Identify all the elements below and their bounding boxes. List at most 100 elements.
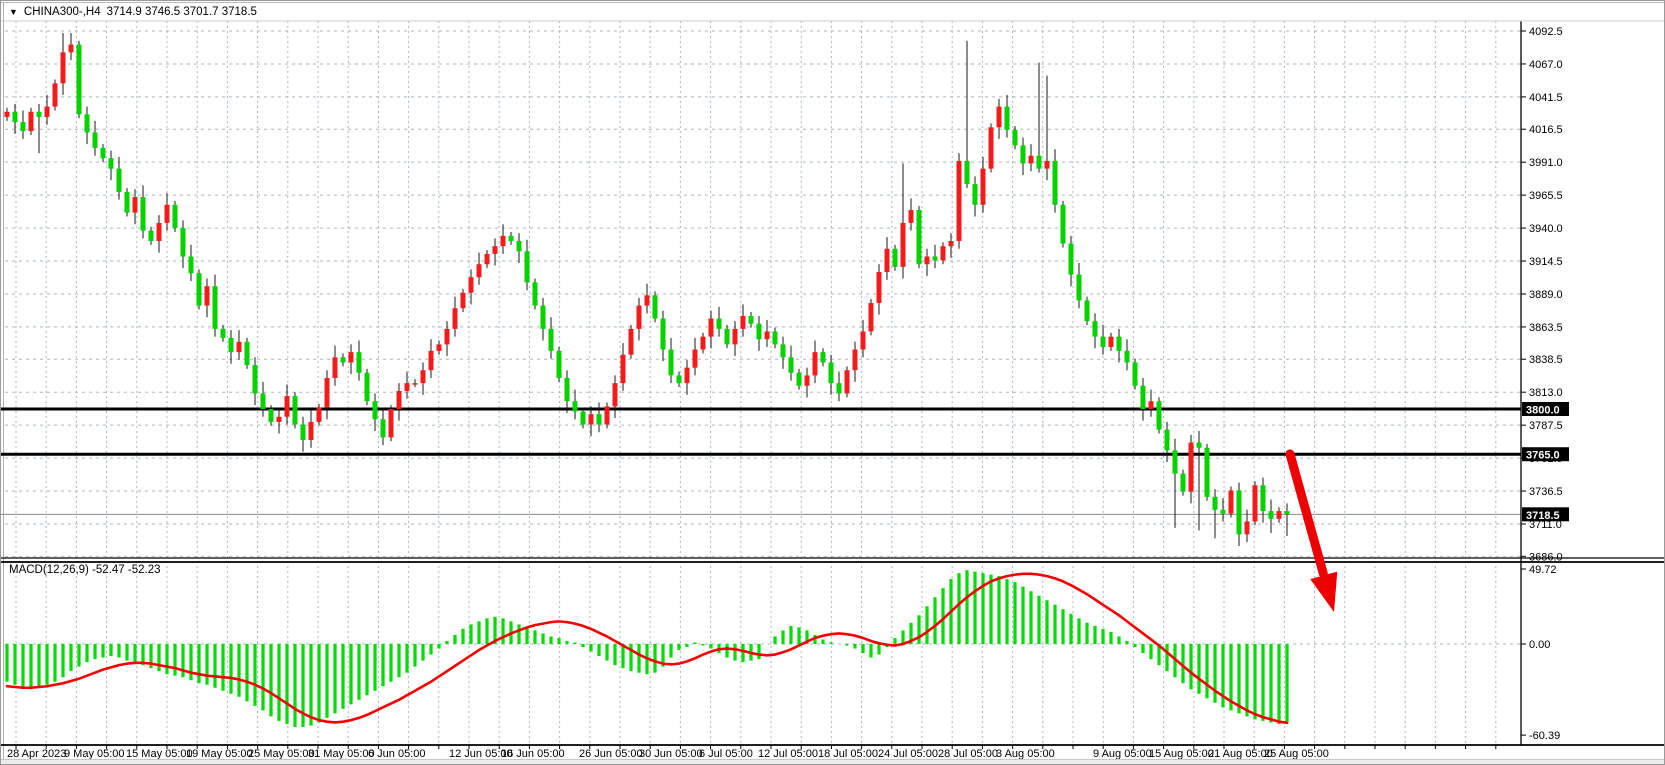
chart-title: ▼ CHINA300-,H4 3714.9 3746.5 3701.7 3718… [9, 4, 257, 20]
candle [45, 107, 50, 117]
candle [261, 393, 266, 409]
candle [317, 408, 322, 422]
price-marker-label: 3718.5 [1526, 510, 1560, 522]
candle [1021, 145, 1026, 163]
price-chart-canvas[interactable]: 4092.54067.04041.54016.53991.03965.53940… [1, 1, 1665, 765]
candle [445, 329, 450, 345]
candle [533, 282, 538, 305]
candle [1285, 511, 1290, 514]
candle [973, 184, 978, 205]
price-tick-label: 3863.5 [1529, 322, 1563, 334]
price-tick-label: 4067.0 [1529, 59, 1563, 71]
price-tick-label: 3736.5 [1529, 486, 1563, 498]
candle [1013, 130, 1018, 146]
price-tick-label: 3991.0 [1529, 157, 1563, 169]
candle [117, 169, 122, 192]
candle [501, 236, 506, 246]
candle [1029, 156, 1034, 164]
macd-scale-label: 49.72 [1529, 564, 1557, 576]
candle [1157, 401, 1162, 429]
candle [1173, 450, 1178, 473]
candle [341, 357, 346, 362]
candle [861, 331, 866, 349]
candle [309, 422, 314, 440]
candle [1245, 521, 1250, 534]
trend-arrow-shaft[interactable] [1290, 454, 1323, 573]
candle [29, 112, 34, 131]
candle [685, 368, 690, 384]
candle [989, 127, 994, 168]
candle [725, 329, 730, 345]
candle [1061, 205, 1066, 244]
candle [1093, 321, 1098, 337]
price-tick-label: 3965.5 [1529, 190, 1563, 202]
chart-window: ▼ CHINA300-,H4 3714.9 3746.5 3701.7 3718… [0, 0, 1665, 765]
candle [197, 273, 202, 305]
price-tick-label: 3787.5 [1529, 420, 1563, 432]
candle [205, 286, 210, 305]
ohlc-values-label: 3714.9 3746.5 3701.7 3718.5 [107, 6, 257, 18]
candle [357, 352, 362, 373]
candle [1237, 490, 1242, 534]
candle [1045, 161, 1050, 169]
candle [677, 375, 682, 383]
candle [477, 264, 482, 277]
candle [397, 391, 402, 409]
candle [333, 357, 338, 378]
candle [853, 350, 858, 371]
candle [1077, 275, 1082, 301]
candle [93, 132, 98, 148]
symbol-period-label: CHINA300-,H4 [24, 6, 101, 18]
candle [605, 406, 610, 424]
candle [837, 383, 842, 393]
candle [421, 370, 426, 383]
candle [781, 344, 786, 357]
candle [109, 158, 114, 168]
candle [189, 257, 194, 274]
candle [653, 295, 658, 318]
candle [1125, 351, 1130, 363]
candle [805, 375, 810, 385]
candle [789, 357, 794, 373]
candle [925, 257, 930, 265]
candle [405, 383, 410, 391]
candle [709, 319, 714, 337]
candle [389, 409, 394, 437]
candle [901, 223, 906, 267]
candle [1101, 337, 1106, 347]
candle [877, 272, 882, 303]
candle [1213, 497, 1218, 510]
macd-scale-label: 0.00 [1529, 639, 1550, 651]
candle [949, 241, 954, 246]
candle [469, 277, 474, 293]
candle [381, 419, 386, 437]
candle [813, 352, 818, 375]
candle [285, 396, 290, 417]
candle [797, 373, 802, 386]
candle [365, 373, 370, 401]
price-tick-label: 3838.5 [1529, 354, 1563, 366]
candle [1053, 161, 1058, 205]
candle [453, 308, 458, 329]
candle [173, 205, 178, 228]
candle [429, 351, 434, 370]
candle [765, 331, 770, 339]
macd-scale-label: -60.39 [1529, 730, 1560, 742]
candle [821, 352, 826, 362]
candle [1221, 510, 1226, 514]
candle [733, 329, 738, 345]
candle [885, 249, 890, 272]
candle [869, 303, 874, 331]
candle [1269, 511, 1274, 519]
candle [253, 365, 258, 393]
candle [669, 350, 674, 376]
candle [517, 241, 522, 251]
candle [741, 316, 746, 329]
candle [125, 192, 130, 213]
candle [933, 257, 938, 261]
price-tick-label: 3889.0 [1529, 289, 1563, 301]
symbol-dropdown-icon[interactable]: ▼ [9, 7, 18, 17]
candle [693, 350, 698, 368]
candle [541, 306, 546, 329]
candle [21, 122, 26, 131]
